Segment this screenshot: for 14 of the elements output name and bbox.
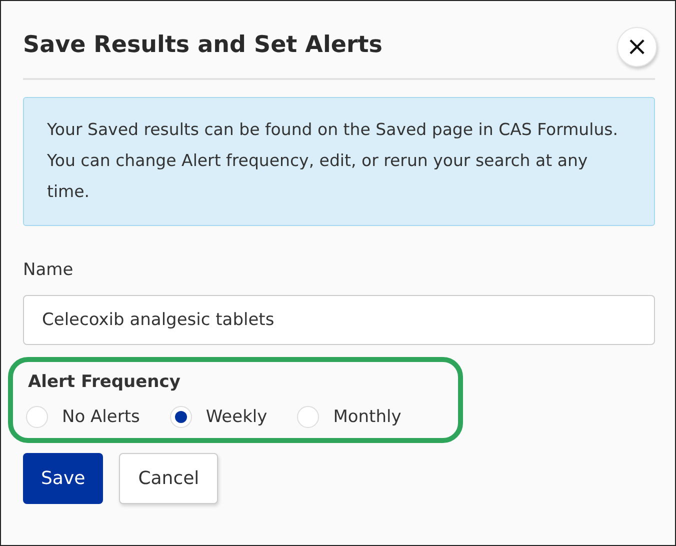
radio-button[interactable] [297, 406, 320, 428]
group-label: Alert Frequency [28, 372, 182, 392]
save-button[interactable]: Save [23, 453, 104, 504]
info-message: Your Saved results can be found on the Saved page in CAS Formulus. You can change Alert frequency, edit, or rerun your search at any time. [23, 97, 655, 226]
radio-button[interactable] [170, 406, 192, 428]
name-field[interactable]: Celecoxib analgesic tablets [23, 295, 655, 345]
dialog-title: Save Results and Set Alerts [23, 30, 382, 58]
radio-label[interactable]: Weekly [206, 407, 268, 427]
radio-label[interactable]: No Alerts [62, 407, 140, 427]
radio-label[interactable]: Monthly [333, 407, 402, 427]
cancel-button[interactable]: Cancel [119, 453, 218, 504]
radio-button[interactable] [26, 406, 48, 428]
field-label: Name [23, 260, 74, 280]
close-button[interactable]: × [617, 26, 657, 66]
